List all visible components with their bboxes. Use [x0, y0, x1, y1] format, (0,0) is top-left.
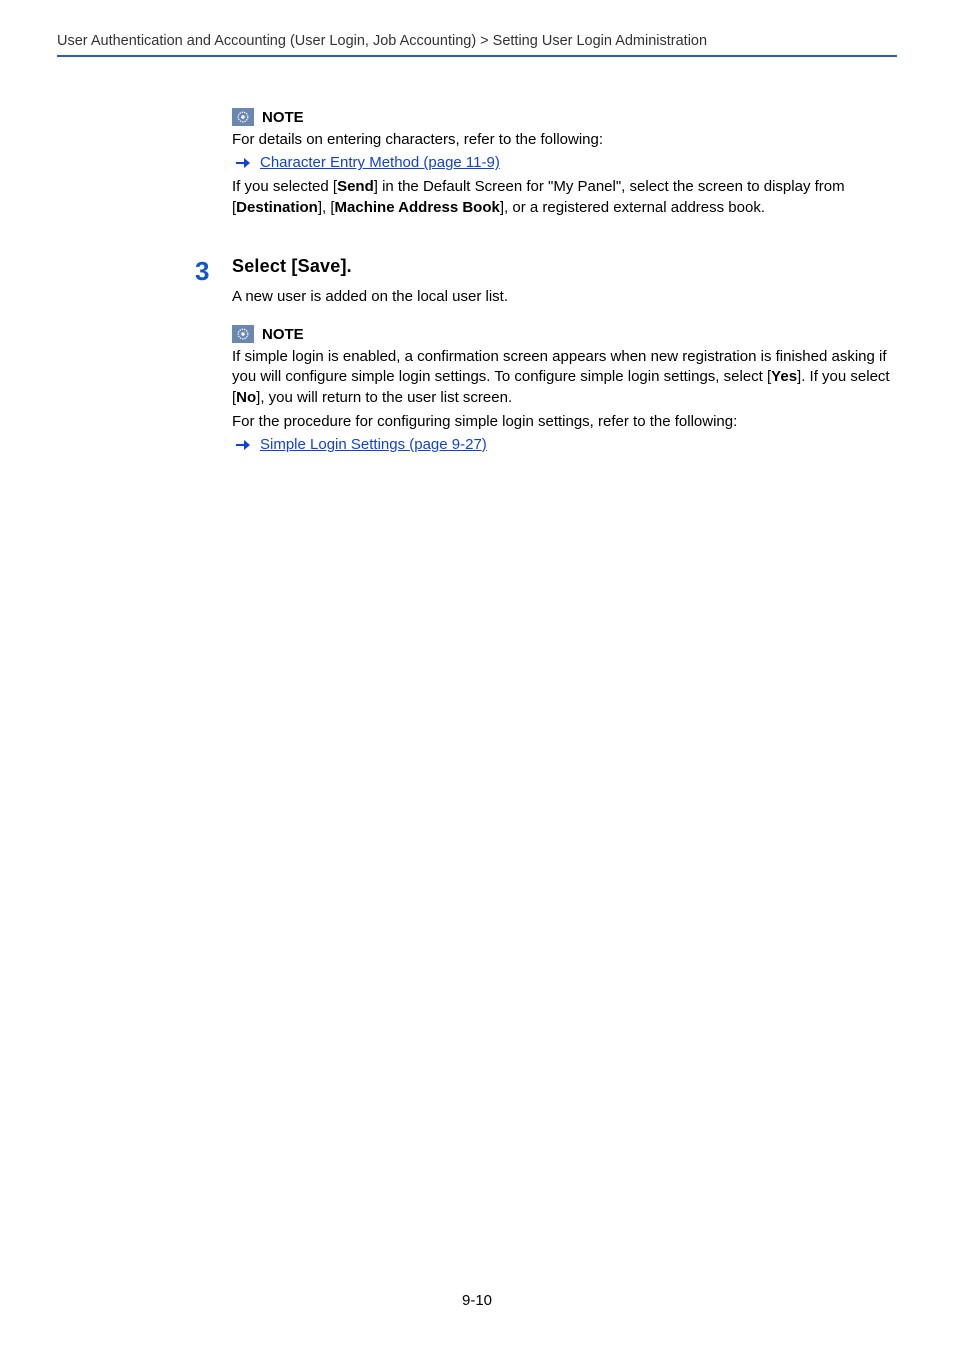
- t-bold: Machine Address Book: [335, 199, 500, 216]
- link-simple-login[interactable]: Simple Login Settings (page 9-27): [260, 436, 487, 453]
- note-icon: [232, 108, 254, 126]
- step3-text: A new user is added on the local user li…: [232, 287, 897, 307]
- t-bold: Destination: [236, 199, 318, 216]
- note2-paragraph-1: If simple login is enabled, a confirmati…: [232, 347, 897, 408]
- step-number: 3: [195, 256, 209, 287]
- note-icon: [232, 325, 254, 343]
- note-block-2: NOTE If simple login is enabled, a confi…: [232, 325, 897, 453]
- note-header-1: NOTE: [232, 108, 897, 126]
- arrow-right-icon: [236, 157, 250, 169]
- t-bold: No: [236, 389, 256, 406]
- t: If you selected [: [232, 178, 337, 195]
- t-bold: Yes: [771, 368, 797, 385]
- t-bold: Send: [337, 178, 374, 195]
- page-content: NOTE For details on entering characters,…: [232, 108, 897, 459]
- t: ], you will return to the user list scre…: [256, 389, 512, 406]
- t: ], or a registered external address book…: [500, 199, 765, 216]
- note-label: NOTE: [262, 326, 304, 343]
- note1-paragraph-2: If you selected [Send] in the Default Sc…: [232, 177, 897, 218]
- note-label: NOTE: [262, 109, 304, 126]
- t: ], [: [318, 199, 335, 216]
- step-3-block: 3 Select [Save]. A new user is added on …: [232, 256, 897, 453]
- link-character-entry[interactable]: Character Entry Method (page 11-9): [260, 154, 500, 171]
- link-row-2: Simple Login Settings (page 9-27): [236, 436, 897, 453]
- step-heading: Select [Save].: [232, 256, 897, 277]
- breadcrumb: User Authentication and Accounting (User…: [57, 33, 707, 49]
- note2-text-2: For the procedure for configuring simple…: [232, 412, 897, 432]
- note-header-2: NOTE: [232, 325, 897, 343]
- link-row-1: Character Entry Method (page 11-9): [236, 154, 897, 171]
- header-rule: [57, 55, 897, 57]
- note1-text: For details on entering characters, refe…: [232, 130, 897, 150]
- page-number: 9-10: [0, 1292, 954, 1309]
- arrow-right-icon: [236, 439, 250, 451]
